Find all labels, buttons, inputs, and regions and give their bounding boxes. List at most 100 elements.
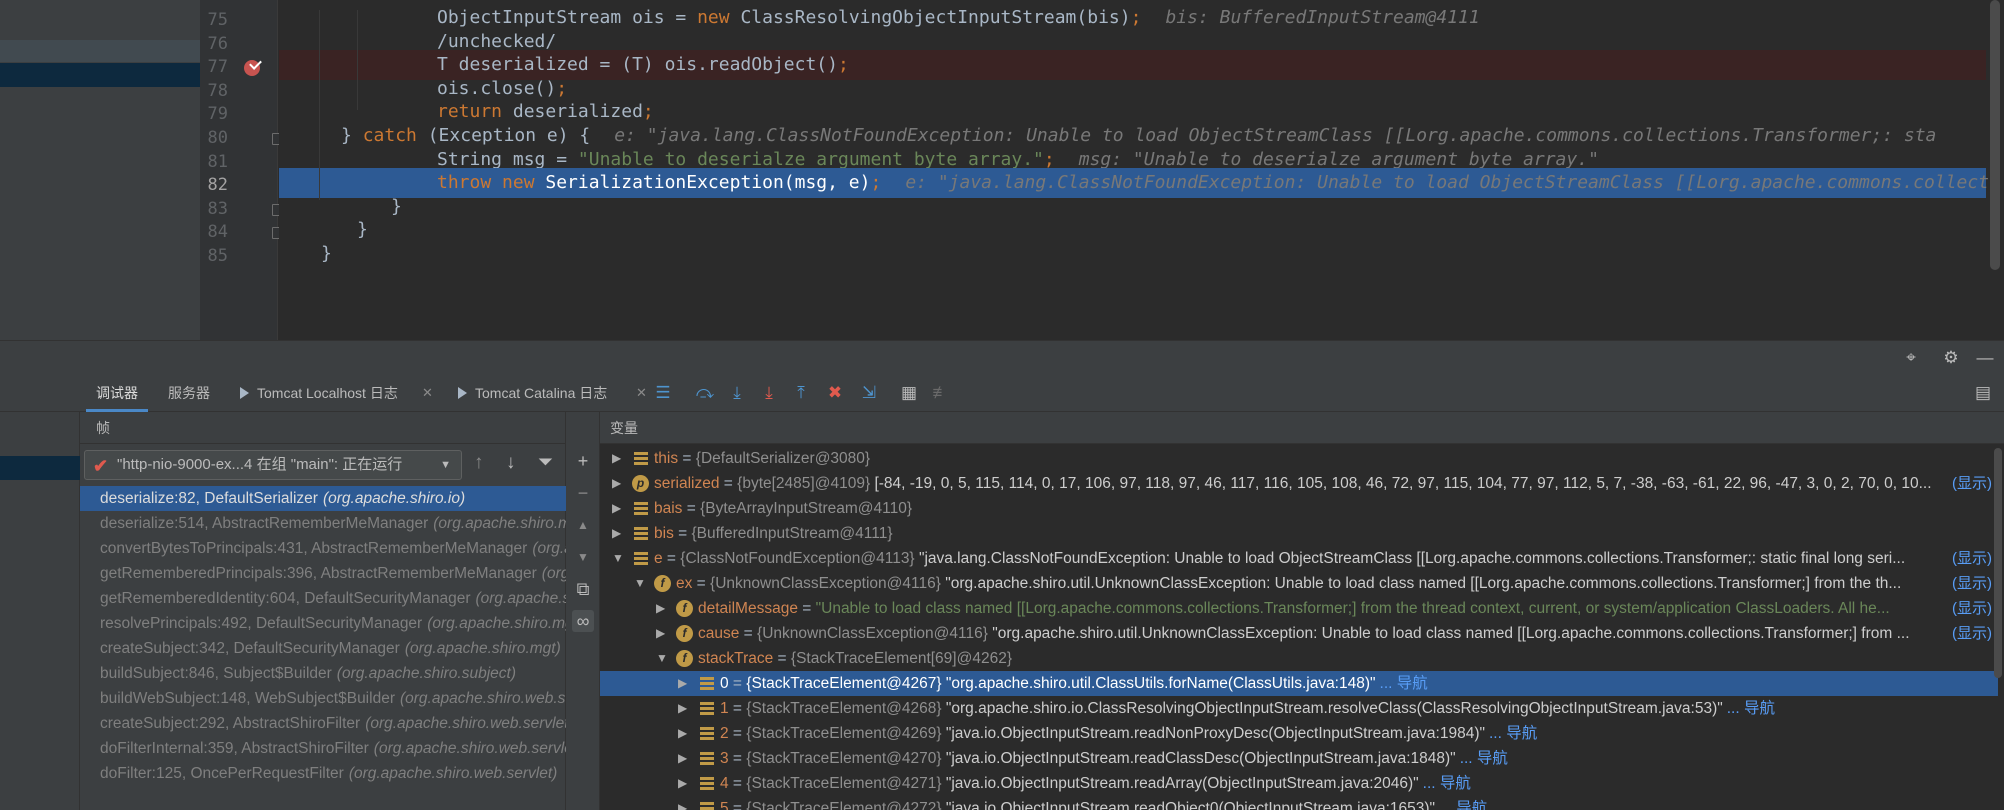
code-line[interactable]: } bbox=[279, 239, 1986, 269]
tab-1[interactable]: 服务器 bbox=[168, 374, 210, 412]
move-down-icon[interactable]: ▼ bbox=[572, 546, 594, 568]
variable-row[interactable]: ▶ p serialized = {byte[2485]@4109} [-84, -… bbox=[600, 471, 1998, 496]
variable-row[interactable]: ▶ f detailMessage = "Unable to load class … bbox=[600, 596, 1998, 621]
remove-watch-icon[interactable]: − bbox=[572, 482, 594, 504]
minimize-icon[interactable]: — bbox=[1974, 347, 1996, 369]
variable-row[interactable]: ▶ 5 = {StackTraceElement@4272} "java.io.O… bbox=[600, 796, 1998, 810]
chevron-right-icon[interactable]: ▶ bbox=[678, 671, 687, 696]
show-link[interactable]: (显示) bbox=[1952, 571, 1992, 596]
variable-row[interactable]: ▶ bis = {BufferedInputStream@4111} bbox=[600, 521, 1998, 546]
chevron-right-icon[interactable]: ▶ bbox=[678, 696, 687, 721]
list-icon bbox=[698, 775, 715, 792]
navigate-link[interactable]: ... 导航 bbox=[1380, 675, 1428, 692]
frames-pane: 帧 ✔ "http-nio-9000-ex...4 在组 "main": 正在运… bbox=[0, 412, 566, 810]
chevron-right-icon[interactable]: ▶ bbox=[612, 496, 621, 521]
stack-frame[interactable]: doFilterInternal:359, AbstractShiroFilte… bbox=[80, 736, 566, 761]
show-link[interactable]: (显示) bbox=[1952, 471, 1992, 496]
variable-type: {StackTraceElement@4267} bbox=[746, 675, 942, 692]
editor-scrollbar[interactable] bbox=[1990, 0, 2000, 270]
thread-selector[interactable]: ✔ "http-nio-9000-ex...4 在组 "main": 正在运行 … bbox=[84, 450, 462, 480]
show-link[interactable]: (显示) bbox=[1952, 596, 1992, 621]
show-link[interactable]: (显示) bbox=[1952, 621, 1992, 646]
close-tab-icon[interactable]: ✕ bbox=[422, 374, 433, 412]
chevron-right-icon[interactable]: ▶ bbox=[678, 721, 687, 746]
variable-row[interactable]: ▼ f ex = {UnknownClassException@4116} "org… bbox=[600, 571, 1998, 596]
stack-frame[interactable]: deserialize:514, AbstractRememberMeManag… bbox=[80, 511, 566, 536]
stack-frame[interactable]: resolvePrincipals:492, DefaultSecurityMa… bbox=[80, 611, 566, 636]
variable-row[interactable]: ▶ this = {DefaultSerializer@3080} bbox=[600, 446, 1998, 471]
evaluate-expression-icon[interactable]: ▦ bbox=[898, 382, 920, 404]
chevron-right-icon[interactable]: ▶ bbox=[656, 621, 665, 646]
glasses-icon[interactable]: ∞ bbox=[572, 610, 594, 632]
duplicate-icon[interactable]: ⧉ bbox=[572, 578, 594, 600]
chevron-down-icon[interactable]: ▼ bbox=[612, 546, 624, 571]
frame-method: deserialize:514, AbstractRememberMeManag… bbox=[100, 515, 429, 532]
stack-frame[interactable]: getRememberedPrincipals:396, AbstractRem… bbox=[80, 561, 566, 586]
stack-frame[interactable]: deserialize:82, DefaultSerializer (org.ap… bbox=[80, 486, 566, 511]
navigate-link[interactable]: ... 导航 bbox=[1727, 700, 1775, 717]
run-to-cursor-icon[interactable]: ⇲ bbox=[858, 382, 880, 404]
variable-row[interactable]: ▶ f cause = {UnknownClassException@4116} "… bbox=[600, 621, 1998, 646]
stack-frame[interactable]: doFilter:125, OncePerRequestFilter (org.a… bbox=[80, 761, 566, 786]
chevron-right-icon[interactable]: ▶ bbox=[656, 596, 665, 621]
close-tab-icon[interactable]: ✕ bbox=[636, 374, 647, 412]
step-out-icon[interactable]: ⤒ bbox=[790, 382, 812, 404]
force-step-into-icon[interactable]: ⤓ bbox=[758, 382, 780, 404]
arrow-up-icon[interactable]: ↑ bbox=[474, 452, 484, 474]
filter-icon[interactable]: ⏷ bbox=[538, 452, 553, 474]
variable-row[interactable]: ▼ e = {ClassNotFoundException@4113} "java… bbox=[600, 546, 1998, 571]
variables-scrollbar[interactable] bbox=[1994, 448, 2002, 678]
variable-type: {DefaultSerializer@3080} bbox=[695, 450, 871, 467]
chevron-right-icon[interactable]: ▶ bbox=[612, 471, 621, 496]
code-editor[interactable]: ObjectInputStream ois = new ClassResolvi… bbox=[279, 0, 2004, 340]
variable-type: {StackTraceElement@4270} bbox=[746, 750, 942, 767]
move-up-icon[interactable]: ▲ bbox=[572, 514, 594, 536]
trace-icon[interactable]: ≢ bbox=[930, 382, 952, 404]
stack-frame[interactable]: createSubject:342, DefaultSecurityManage… bbox=[80, 636, 566, 661]
add-watch-icon[interactable]: + bbox=[572, 450, 594, 472]
tab-0[interactable]: 调试器 bbox=[86, 374, 148, 412]
variable-row[interactable]: ▶ 2 = {StackTraceElement@4269} "java.io.O… bbox=[600, 721, 1998, 746]
restore-layout-icon[interactable]: ☰ bbox=[652, 382, 674, 404]
variable-row[interactable]: ▶ 3 = {StackTraceElement@4270} "java.io.O… bbox=[600, 746, 1998, 771]
navigate-link[interactable]: ... 导航 bbox=[1489, 725, 1537, 742]
show-link[interactable]: (显示) bbox=[1952, 546, 1992, 571]
editor-gutter[interactable]: 75 76 77 78 79 80 81 82 83 84 85 bbox=[200, 0, 284, 340]
arrow-down-icon[interactable]: ↓ bbox=[506, 452, 516, 474]
tab-3[interactable]: Tomcat Catalina 日志 bbox=[458, 374, 607, 412]
variable-row[interactable]: ▶ 1 = {StackTraceElement@4268} "org.apach… bbox=[600, 696, 1998, 721]
tab-2[interactable]: Tomcat Localhost 日志 bbox=[240, 374, 398, 412]
stack-frame[interactable]: convertBytesToPrincipals:431, AbstractRe… bbox=[80, 536, 566, 561]
chevron-right-icon[interactable]: ▶ bbox=[678, 771, 687, 796]
variable-row[interactable]: ▼ f stackTrace = {StackTraceElement[69]@42… bbox=[600, 646, 1998, 671]
crosshair-icon[interactable]: ⌖ bbox=[1900, 347, 1922, 369]
variable-row[interactable]: ▶ 4 = {StackTraceElement@4271} "java.io.O… bbox=[600, 771, 1998, 796]
code-text: deserialized bbox=[512, 101, 643, 123]
gear-icon[interactable]: ⚙ bbox=[1940, 347, 1962, 369]
variable-row[interactable]: ▶ bais = {ByteArrayInputStream@4110} bbox=[600, 496, 1998, 521]
variable-row[interactable]: ▶ 0 = {StackTraceElement@4267} "org.apach… bbox=[600, 671, 1998, 696]
drop-frame-icon[interactable]: ✖ bbox=[824, 382, 846, 404]
chevron-right-icon[interactable]: ▶ bbox=[612, 446, 621, 471]
equals-sign: = bbox=[773, 650, 791, 667]
step-over-icon[interactable]: ⤼ bbox=[694, 382, 716, 404]
navigate-link[interactable]: ... 导航 bbox=[1460, 750, 1508, 767]
chevron-down-icon[interactable]: ▼ bbox=[634, 571, 646, 596]
stack-frame[interactable]: buildSubject:846, Subject$Builder (org.ap… bbox=[80, 661, 566, 686]
layout-icon[interactable]: ▤ bbox=[1972, 382, 1994, 404]
stack-frame[interactable]: getRememberedIdentity:604, DefaultSecuri… bbox=[80, 586, 566, 611]
stack-frame[interactable]: createSubject:292, AbstractShiroFilter (o… bbox=[80, 711, 566, 736]
tree-row[interactable] bbox=[0, 40, 200, 62]
chevron-right-icon[interactable]: ▶ bbox=[678, 746, 687, 771]
step-into-icon[interactable]: ⤓ bbox=[726, 382, 748, 404]
list-icon bbox=[632, 525, 649, 542]
breakpoint-icon[interactable] bbox=[244, 60, 260, 77]
chevron-right-icon[interactable]: ▶ bbox=[612, 521, 621, 546]
chevron-right-icon[interactable]: ▶ bbox=[678, 796, 687, 810]
navigate-link[interactable]: ... 导航 bbox=[1423, 775, 1471, 792]
chevron-down-icon[interactable]: ▼ bbox=[656, 646, 668, 671]
tree-row-selected[interactable] bbox=[0, 63, 200, 87]
stack-frame[interactable]: buildWebSubject:148, WebSubject$Builder(… bbox=[80, 686, 566, 711]
navigate-link[interactable]: ... 导航 bbox=[1439, 800, 1487, 810]
frame-package: (org.apache.shiro.io) bbox=[322, 490, 466, 507]
